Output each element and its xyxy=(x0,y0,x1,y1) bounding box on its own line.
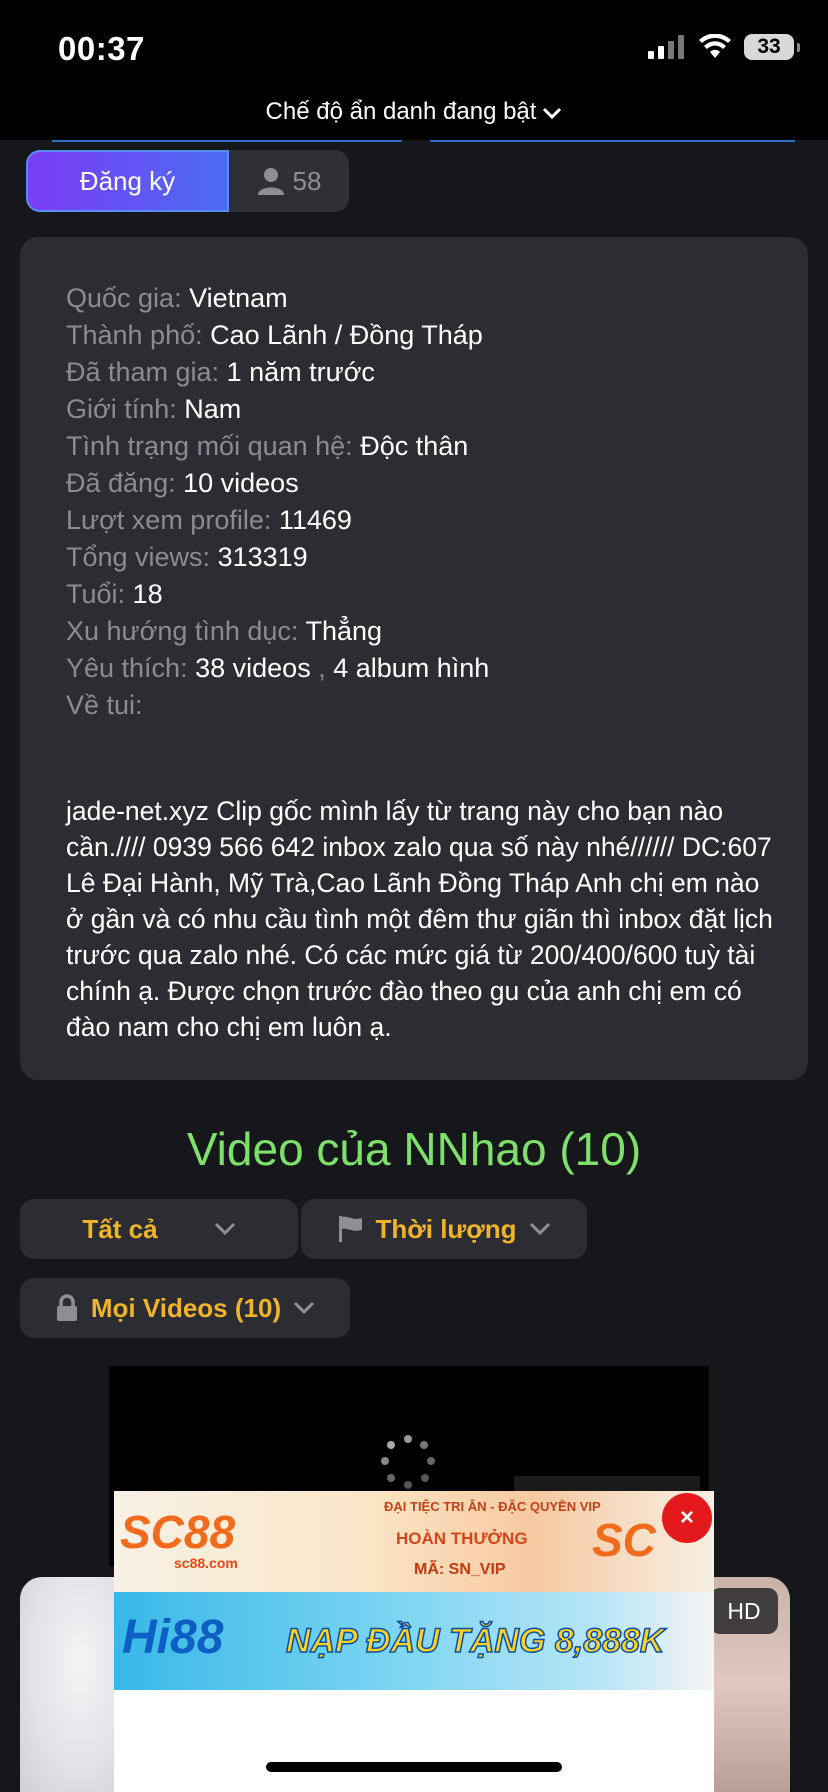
info-gender: Giới tính: Nam xyxy=(66,394,242,424)
battery-indicator: 33 xyxy=(744,34,800,60)
filter-duration-dropdown[interactable]: Thời lượng xyxy=(301,1199,587,1259)
info-profile-views: Lượt xem profile: 11469 xyxy=(66,505,352,535)
ad-promo-text: HOÀN THƯỞNG xyxy=(396,1529,528,1548)
ad-blank-area xyxy=(114,1690,714,1792)
video-thumbnail[interactable] xyxy=(20,1577,120,1792)
favorites-albums-link[interactable]: 4 album hình xyxy=(333,653,489,683)
cellular-signal-icon xyxy=(648,35,684,59)
chevron-down-icon xyxy=(294,1301,315,1315)
user-icon xyxy=(257,168,284,195)
favorites-videos-link[interactable]: 38 videos xyxy=(195,653,311,683)
info-orientation: Xu hướng tình dục: Thẳng xyxy=(66,616,383,646)
info-city: Thành phố: Cao Lãnh / Đồng Tháp xyxy=(66,320,483,350)
top-strip xyxy=(0,140,828,144)
info-age: Tuổi: 18 xyxy=(66,579,163,609)
subscribe-button[interactable]: Đăng ký xyxy=(26,150,229,212)
filter-duration-label: Thời lượng xyxy=(375,1213,517,1244)
status-bar: 00:37 33 Chế độ ẩn danh đang bật xyxy=(0,0,828,140)
chevron-down-icon xyxy=(529,1222,550,1236)
incognito-banner[interactable]: Chế độ ẩn danh đang bật xyxy=(0,98,828,126)
filter-all-dropdown[interactable]: Tất cả xyxy=(20,1199,298,1259)
sc88-logo-secondary: SC xyxy=(592,1514,656,1566)
status-time: 00:37 xyxy=(58,30,145,67)
loading-spinner-icon xyxy=(381,1435,435,1489)
info-favorites: Yêu thích: 38 videos , 4 album hình xyxy=(66,653,490,683)
filter-all-label: Tất cả xyxy=(82,1213,158,1244)
ad-close-button[interactable]: × xyxy=(662,1493,712,1543)
info-about-label: Về tui: xyxy=(66,690,143,720)
info-joined: Đã tham gia: 1 năm trước xyxy=(66,357,375,387)
sc88-ad-banner[interactable]: SC88 sc88.com ĐẠI TIỆC TRI ÂN - ĐẶC QUYỀN… xyxy=(114,1491,714,1592)
filter-privacy-label: Mọi Videos (10) xyxy=(90,1292,282,1323)
hi88-ad-banner[interactable]: Hi88 NẠP ĐẦU TẶNG 8,888K xyxy=(114,1592,714,1690)
subscriber-count-value: 58 xyxy=(292,165,322,196)
home-indicator[interactable] xyxy=(266,1762,562,1772)
info-total-views: Tổng views: 313319 xyxy=(66,542,308,572)
info-posted: Đã đăng: 10 videos xyxy=(66,468,299,498)
info-relationship: Tình trạng mối quan hệ: Độc thân xyxy=(66,431,469,461)
hd-badge: HD xyxy=(710,1588,778,1634)
status-icons: 33 xyxy=(648,34,800,60)
sc88-logo: SC88 sc88.com xyxy=(120,1506,238,1571)
chevron-down-icon xyxy=(543,107,562,119)
lock-icon xyxy=(56,1294,77,1321)
filter-privacy-dropdown[interactable]: Mọi Videos (10) xyxy=(20,1278,350,1338)
about-text: jade-net.xyz Clip gốc mình lấy từ trang … xyxy=(66,796,773,1042)
hi88-promo-text: NẠP ĐẦU TẶNG 8,888K xyxy=(285,1621,665,1661)
subscriber-count: 58 xyxy=(229,150,349,212)
profile-info-card: Quốc gia: Vietnam Thành phố: Cao Lãnh / … xyxy=(20,237,808,1080)
ad-tagline: ĐẠI TIỆC TRI ÂN - ĐẶC QUYỀN VIP xyxy=(384,1499,601,1514)
ad-promo-code: MÃ: SN_VIP xyxy=(414,1561,506,1578)
info-country: Quốc gia: Vietnam xyxy=(66,283,288,313)
videos-section-title: Video của NNhao (10) xyxy=(186,1123,642,1175)
wifi-icon xyxy=(699,34,731,58)
flag-icon xyxy=(338,1216,362,1242)
chevron-down-icon xyxy=(214,1222,235,1236)
hi88-logo: Hi88 xyxy=(122,1611,224,1664)
incognito-text: Chế độ ẩn danh đang bật xyxy=(265,98,537,125)
